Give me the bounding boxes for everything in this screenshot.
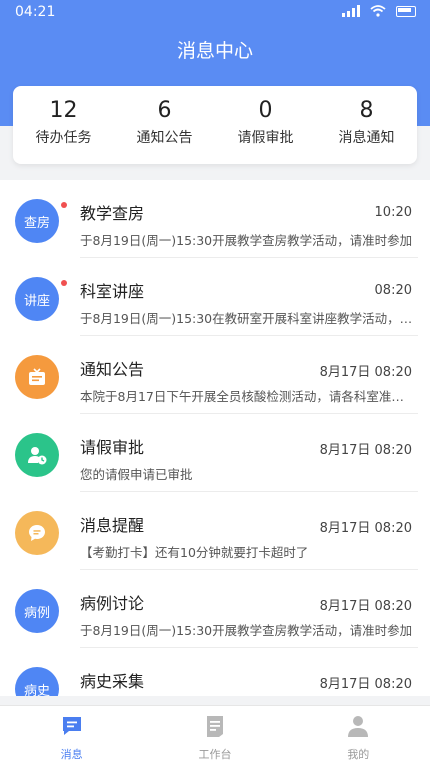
stat-value: 6 [157, 98, 172, 123]
message-row-case-discussion[interactable]: 病例 病例讨论 8月17日 08:20 于8月19日(周一)15:30开展教学查… [0, 570, 430, 648]
message-icon [62, 717, 81, 735]
stat-label: 待办任务 [35, 130, 92, 146]
chat-bubble-icon [29, 525, 45, 541]
message-row-reminder[interactable]: 消息提醒 8月17日 08:20 【考勤打卡】还有10分钟就要打卡超时了 [0, 492, 430, 570]
status-icons [342, 5, 416, 17]
message-title: 教学查房 [80, 204, 145, 223]
avatar: 病例 [15, 589, 59, 633]
stat-leave[interactable]: 0 请假审批 [215, 86, 316, 164]
message-title: 科室讲座 [80, 282, 145, 301]
stat-label: 消息通知 [338, 130, 395, 146]
unread-dot [61, 202, 67, 208]
message-row-leave-approval[interactable]: 请假审批 8月17日 08:20 您的请假申请已审批 [0, 414, 430, 492]
message-time: 8月17日 08:20 [319, 521, 412, 536]
message-title: 消息提醒 [80, 516, 145, 535]
message-row-notice[interactable]: 通知公告 8月17日 08:20 本院于8月17日下午开展全员核酸检测活动，请各… [0, 336, 430, 414]
tab-label: 工作台 [198, 748, 232, 761]
message-preview: 您的请假申请已审批 [80, 467, 193, 482]
message-title: 通知公告 [80, 360, 145, 379]
tab-profile[interactable]: 我的 [287, 706, 430, 765]
unread-dot [61, 280, 67, 286]
message-time: 8月17日 08:20 [319, 677, 412, 692]
stats-card: 12 待办任务 6 通知公告 0 请假审批 8 消息通知 [13, 86, 417, 164]
message-time: 8月17日 08:20 [319, 599, 412, 614]
message-title: 请假审批 [80, 438, 145, 457]
message-time: 08:20 [374, 283, 412, 298]
message-preview: 于8月19日(周一)15:30在教研室开展科室讲座教学活动，请准时参加 [80, 311, 415, 326]
message-preview: 本院于8月17日下午开展全员核酸检测活动，请各科室准时参加 [80, 389, 415, 404]
tab-messages[interactable]: 消息 [0, 706, 143, 765]
person-clock-icon [28, 447, 47, 465]
message-list[interactable]: 查房 教学查房 10:20 于8月19日(周一)15:30开展教学查房教学活动，… [0, 180, 430, 696]
clipboard-icon [206, 716, 223, 737]
stat-label: 通知公告 [136, 130, 193, 146]
message-preview: 于8月19日(周一)15:30开展教学查房教学活动，请准时参加 [80, 623, 413, 638]
message-row-history-taking[interactable]: 病史 病史采集 8月17日 08:20 [0, 648, 430, 696]
stat-value: 0 [258, 98, 273, 123]
stat-value: 12 [49, 98, 78, 123]
message-preview: 于8月19日(周一)15:30开展教学查房教学活动，请准时参加 [80, 233, 413, 248]
avatar [15, 433, 59, 477]
tab-label: 消息 [60, 748, 83, 761]
battery-icon [396, 5, 416, 17]
bottom-tab-bar: 消息 工作台 我的 [0, 705, 430, 765]
stat-label: 请假审批 [237, 130, 294, 146]
message-time: 8月17日 08:20 [319, 443, 412, 458]
notice-board-icon [29, 368, 45, 385]
user-icon [348, 716, 369, 737]
message-row-teaching-round[interactable]: 查房 教学查房 10:20 于8月19日(周一)15:30开展教学查房教学活动，… [0, 180, 430, 258]
wifi-icon [370, 5, 386, 17]
message-row-lecture[interactable]: 讲座 科室讲座 08:20 于8月19日(周一)15:30在教研室开展科室讲座教… [0, 258, 430, 336]
tab-label: 我的 [347, 748, 370, 761]
message-time: 10:20 [374, 205, 412, 220]
status-time: 04:21 [15, 4, 56, 20]
message-preview: 【考勤打卡】还有10分钟就要打卡超时了 [80, 545, 309, 560]
message-title: 病例讨论 [80, 594, 145, 613]
avatar: 讲座 [15, 277, 59, 321]
avatar: 查房 [15, 199, 59, 243]
stat-notice[interactable]: 6 通知公告 [114, 86, 215, 164]
page-title: 消息中心 [176, 40, 253, 62]
avatar [15, 355, 59, 399]
signal-icon [342, 5, 360, 17]
tab-workbench[interactable]: 工作台 [143, 706, 286, 765]
stat-messages[interactable]: 8 消息通知 [316, 86, 417, 164]
avatar: 病史 [15, 667, 59, 696]
message-center-screen: 04:21 消息中心 12 待办任务 6 通知公告 0 请假审批 8 消息通知 … [0, 0, 430, 765]
status-bar: 04:21 [0, 0, 430, 24]
stat-value: 8 [359, 98, 374, 123]
avatar [15, 511, 59, 555]
message-time: 8月17日 08:20 [319, 365, 412, 380]
stat-todo[interactable]: 12 待办任务 [13, 86, 114, 164]
message-title: 病史采集 [80, 672, 145, 691]
